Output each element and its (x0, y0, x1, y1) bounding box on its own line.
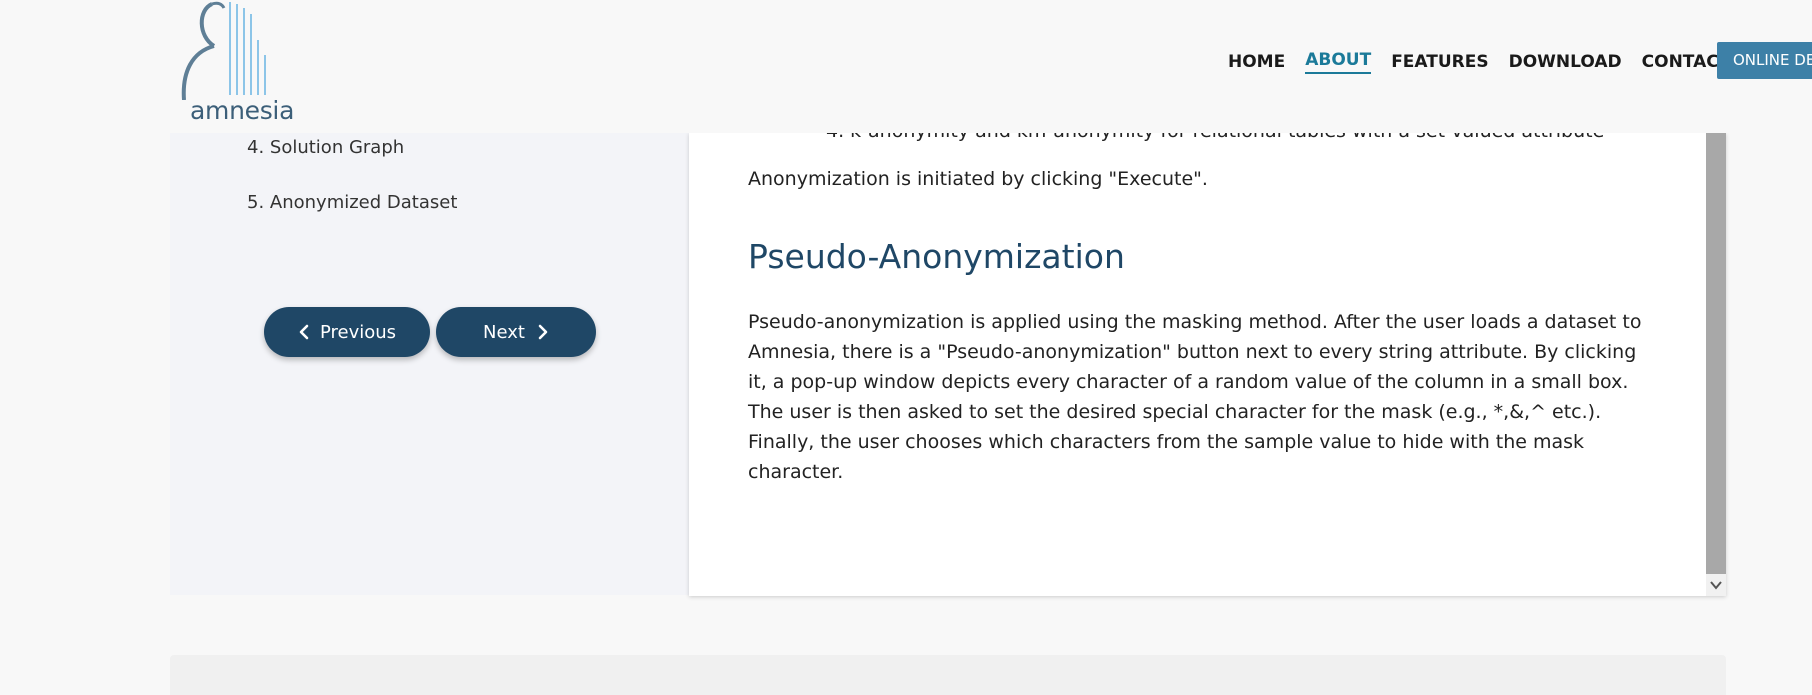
section-title: Pseudo-Anonymization (748, 237, 1125, 276)
step-item[interactable]: 5. Anonymized Dataset (247, 192, 457, 214)
step-item[interactable]: 4. Solution Graph (247, 137, 457, 159)
list-item: 4. k-anonymity and km-anonymity for rela… (826, 133, 1604, 142)
chevron-left-icon (299, 324, 309, 340)
previous-button[interactable]: Previous (264, 307, 430, 357)
logo-mark-icon (181, 1, 266, 101)
next-button[interactable]: Next (436, 307, 596, 357)
logo-text: amnesia (190, 96, 295, 125)
main-nav: HOME ABOUT FEATURES DOWNLOAD CONTACT (1228, 50, 1750, 74)
site-header: amnesia HOME ABOUT FEATURES DOWNLOAD CON… (0, 0, 1812, 133)
scroll-down-arrow-icon[interactable] (1708, 577, 1724, 593)
nav-download[interactable]: DOWNLOAD (1509, 52, 1622, 72)
amnesia-logo[interactable]: amnesia (178, 0, 298, 125)
nav-features[interactable]: FEATURES (1391, 52, 1488, 72)
steps-list: 4. Solution Graph 5. Anonymized Dataset (247, 137, 457, 247)
nav-about[interactable]: ABOUT (1305, 50, 1372, 74)
initiated-text: Anonymization is initiated by clicking "… (748, 168, 1208, 190)
scrollbar-thumb[interactable] (1706, 133, 1726, 574)
scrollbar-track[interactable] (1706, 133, 1726, 596)
footer-section (170, 655, 1726, 695)
section-text: Pseudo-anonymization is applied using th… (748, 311, 1642, 483)
chevron-right-icon (538, 324, 548, 340)
next-label: Next (483, 321, 525, 343)
content-panel: 4. k-anonymity and km-anonymity for rela… (689, 133, 1726, 596)
previous-label: Previous (319, 321, 397, 343)
online-demo-button[interactable]: ONLINE DEMO (1717, 42, 1812, 79)
steps-sidebar: 4. Solution Graph 5. Anonymized Dataset … (170, 133, 690, 595)
nav-home[interactable]: HOME (1228, 52, 1285, 72)
